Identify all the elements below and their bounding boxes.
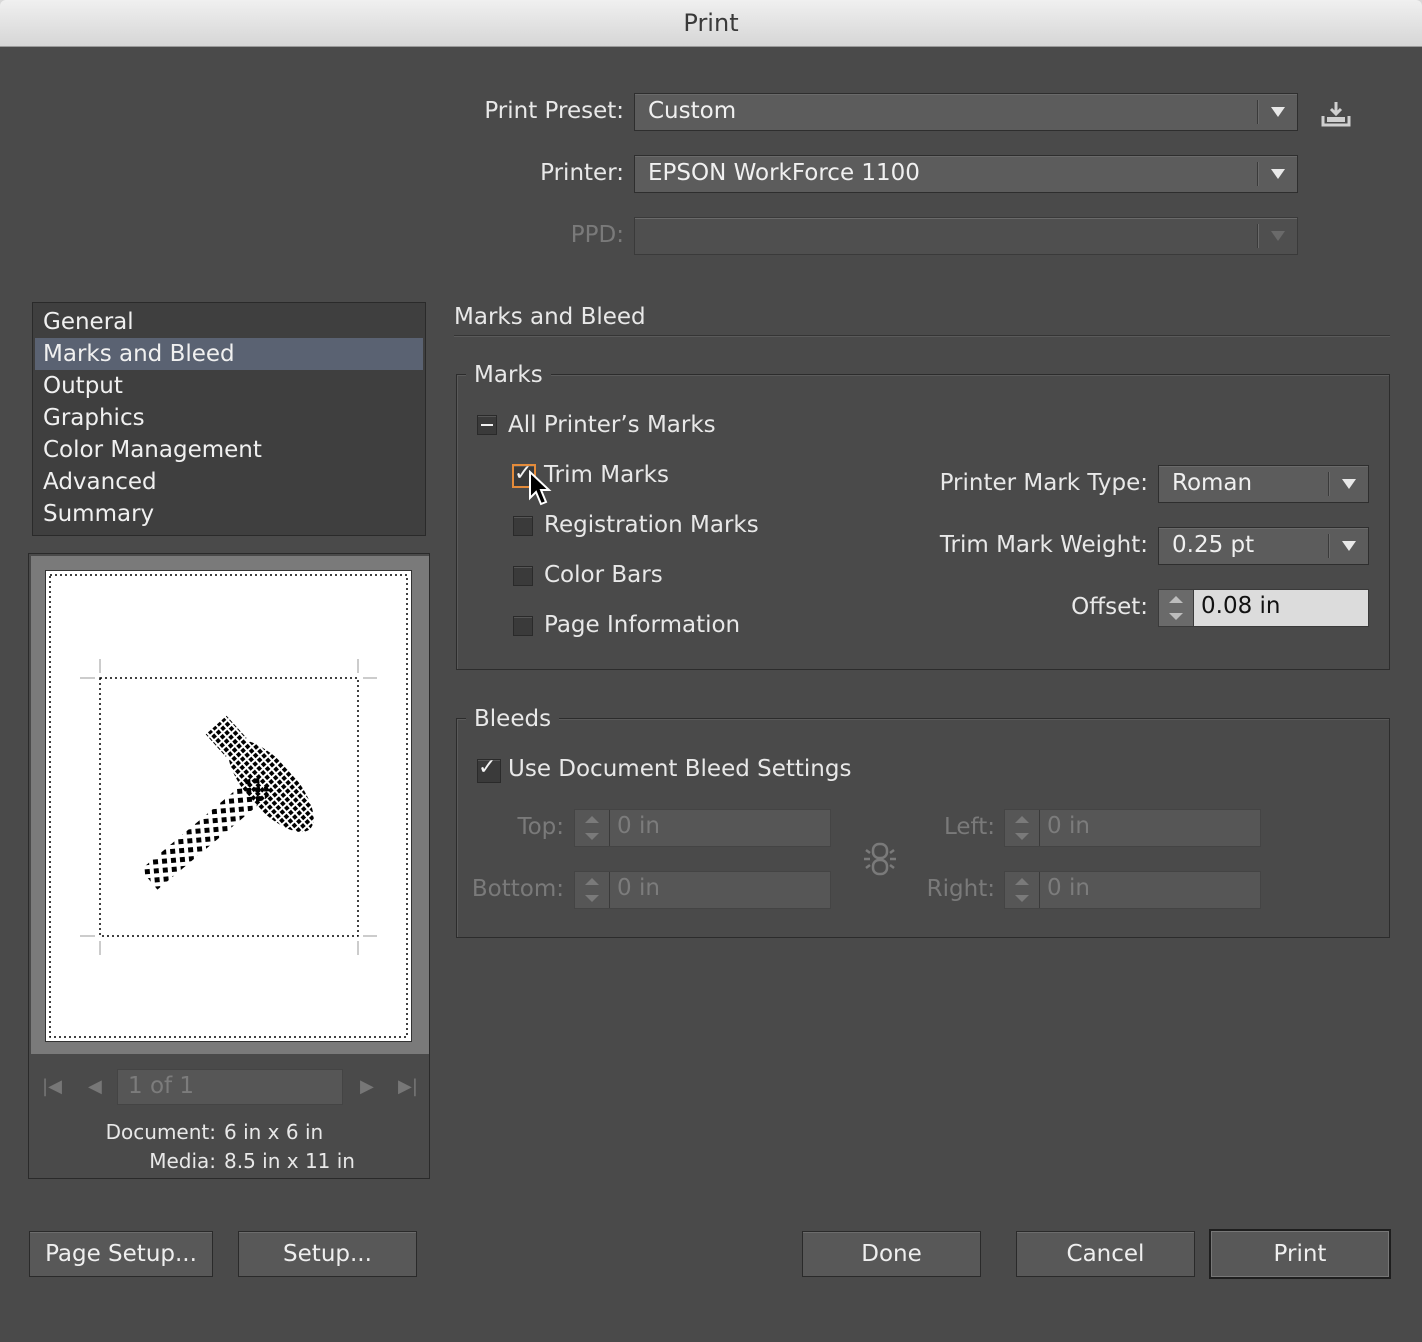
checkmark-icon: ✓ [478,755,497,780]
trim-marks-label: Trim Marks [544,462,669,488]
printer-value: EPSON WorkForce 1100 [648,160,920,186]
last-page-icon[interactable]: ▶| [398,1076,418,1097]
bleed-right-label: Right: [926,876,995,902]
ppd-label: PPD: [570,222,624,248]
sidebar-item-color-management[interactable]: Color Management [35,434,423,466]
page-information-checkbox[interactable] [513,616,533,636]
bleed-right-stepper[interactable] [1005,872,1040,908]
media-size-value: 8.5 in x 11 in [224,1149,355,1173]
bleed-bottom-field[interactable]: 0 in [574,871,831,909]
offset-stepper[interactable] [1159,590,1194,626]
minus-icon [481,424,493,426]
print-preset-select[interactable]: Custom [634,93,1298,131]
ppd-select[interactable] [634,217,1298,255]
category-list: General Marks and Bleed Output Graphics … [32,302,426,536]
document-size-value: 6 in x 6 in [224,1120,324,1144]
mouse-pointer-icon [528,469,554,512]
page-information-label: Page Information [544,612,741,638]
sidebar-item-graphics[interactable]: Graphics [35,402,423,434]
sidebar-item-summary[interactable]: Summary [35,498,423,530]
sidebar-item-output[interactable]: Output [35,370,423,402]
bleed-left-stepper[interactable] [1005,810,1040,846]
bleeds-group-title: Bleeds [466,706,560,732]
bleed-top-label: Top: [517,814,564,840]
preview-page [45,570,412,1042]
chevron-down-icon [1271,107,1285,117]
first-page-icon[interactable]: |◀ [42,1076,62,1097]
chevron-down-icon [1271,169,1285,179]
registration-marks-checkbox[interactable] [513,516,533,536]
use-document-bleed-label: Use Document Bleed Settings [508,756,852,782]
sidebar-item-advanced[interactable]: Advanced [35,466,423,498]
all-printers-marks-checkbox[interactable] [477,415,497,435]
done-button[interactable]: Done [802,1231,981,1277]
trim-mark-weight-select[interactable]: 0.25 pt [1158,527,1369,565]
window-title: Print [683,9,739,37]
chain-link-icon[interactable] [862,840,898,882]
bleed-left-field[interactable]: 0 in [1004,809,1261,847]
save-preset-icon[interactable] [1320,100,1352,128]
trim-mark-weight-label: Trim Mark Weight: [939,532,1148,558]
media-size-label: Media: [149,1149,216,1173]
chevron-down-icon [1342,479,1356,489]
printer-mark-type-select[interactable]: Roman [1158,465,1369,503]
page-number-field[interactable]: 1 of 1 [117,1069,343,1105]
bleed-left-label: Left: [943,814,995,840]
offset-label: Offset: [1071,594,1148,620]
window-titlebar: Print [0,0,1422,47]
print-preset-label: Print Preset: [484,98,624,124]
all-printers-marks-label: All Printer’s Marks [508,412,716,438]
bleed-right-field[interactable]: 0 in [1004,871,1261,909]
printer-label: Printer: [540,160,624,186]
offset-field[interactable]: 0.08 in [1158,589,1369,627]
printer-mark-type-value: Roman [1172,470,1253,496]
trim-mark-weight-value: 0.25 pt [1172,532,1255,558]
sidebar-item-marks-and-bleed[interactable]: Marks and Bleed [35,338,423,370]
color-bars-checkbox[interactable] [513,566,533,586]
section-divider [454,335,1390,337]
print-preset-value: Custom [648,98,737,124]
use-document-bleed-checkbox[interactable]: ✓ [477,755,501,783]
printer-select[interactable]: EPSON WorkForce 1100 [634,155,1298,193]
bleed-top-stepper[interactable] [575,810,610,846]
marks-group-title: Marks [466,362,551,388]
sidebar-item-general[interactable]: General [35,306,423,338]
document-size-label: Document: [105,1120,216,1144]
bleed-top-field[interactable]: 0 in [574,809,831,847]
section-title: Marks and Bleed [454,304,646,330]
next-page-icon[interactable]: ▶ [360,1076,374,1097]
printer-mark-type-label: Printer Mark Type: [939,470,1148,496]
preview-artwork [49,574,408,1038]
color-bars-label: Color Bars [544,562,663,588]
cancel-button[interactable]: Cancel [1016,1231,1195,1277]
setup-button[interactable]: Setup... [238,1231,417,1277]
previous-page-icon[interactable]: ◀ [88,1076,102,1097]
bleed-bottom-stepper[interactable] [575,872,610,908]
print-button[interactable]: Print [1209,1229,1391,1279]
registration-marks-label: Registration Marks [544,512,759,538]
chevron-down-icon [1342,541,1356,551]
chevron-down-icon [1271,231,1285,241]
bleed-bottom-label: Bottom: [471,876,564,902]
page-setup-button[interactable]: Page Setup... [29,1231,213,1277]
